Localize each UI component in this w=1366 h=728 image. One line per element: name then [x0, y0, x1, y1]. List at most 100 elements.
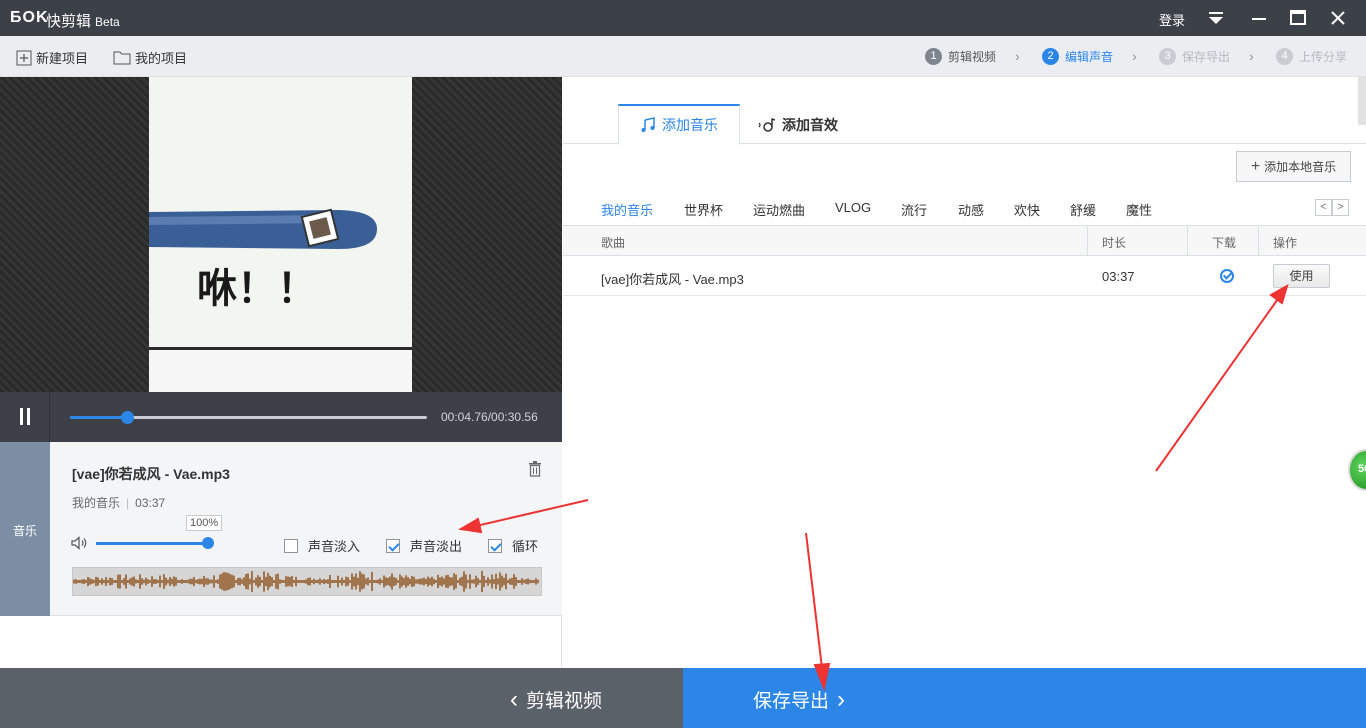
title-bar: ƂOK 快剪辑 Beta 登录 — [0, 0, 1366, 36]
song-row[interactable]: [vae]你若成风 - Vae.mp3 03:37 使用 — [563, 256, 1366, 296]
volume-icon[interactable] — [71, 536, 89, 550]
step-save-export[interactable]: 3 保存导出 — [1159, 48, 1230, 65]
volume-slider[interactable] — [96, 537, 214, 549]
sound-effect-icon — [758, 117, 776, 132]
app-name: 快剪辑 — [46, 13, 92, 30]
loop-checkbox[interactable]: 循环 — [488, 536, 538, 555]
video-frame: 咻！！ — [149, 77, 412, 392]
column-download: 下载 — [1212, 236, 1237, 250]
step-edit-video[interactable]: 1 剪辑视频 — [925, 48, 996, 65]
folder-icon — [113, 51, 131, 65]
step-label: 剪辑视频 — [948, 50, 997, 64]
music-note-icon — [641, 117, 655, 132]
chevron-left-icon: ‹ — [510, 685, 518, 713]
minimize-icon[interactable] — [1247, 6, 1271, 30]
next-label: 保存导出 — [753, 691, 830, 712]
column-action: 操作 — [1273, 236, 1298, 250]
category-my-music[interactable]: 我的音乐 — [601, 200, 653, 219]
chevron-right-icon: › — [1249, 48, 1254, 64]
my-projects-button[interactable]: 我的项目 — [113, 48, 187, 67]
step-edit-audio[interactable]: 2 编辑声音 — [1042, 48, 1113, 65]
tab-add-music[interactable]: 添加音乐 — [618, 104, 740, 145]
downloaded-check-icon — [1220, 269, 1234, 283]
tab-label: 添加音效 — [782, 116, 838, 133]
scrollbar[interactable] — [1358, 77, 1366, 125]
trash-icon[interactable] — [528, 461, 542, 477]
step-upload-share[interactable]: 4 上传分享 — [1276, 48, 1347, 65]
time-readout: 00:04.76/00:30.56 — [441, 410, 538, 424]
menu-dropdown-icon[interactable] — [1204, 6, 1228, 30]
category-soothing[interactable]: 舒缓 — [1070, 200, 1096, 219]
category-pop[interactable]: 流行 — [901, 200, 927, 219]
chevron-right-icon: › — [837, 685, 846, 713]
music-track-card: [vae]你若成风 - Vae.mp3 我的音乐 | 03:37 100% 声音淡入… — [50, 442, 562, 616]
column-divider — [1187, 226, 1188, 256]
my-projects-label: 我的项目 — [135, 51, 188, 66]
video-caption: 咻！！ — [197, 266, 317, 312]
player-controls: 00:04.76/00:30.56 — [0, 392, 562, 442]
fade-in-label: 声音淡入 — [308, 539, 361, 554]
track-meta: 我的音乐 | 03:37 — [72, 496, 166, 510]
back-label: 剪辑视频 — [526, 691, 603, 712]
category-magic[interactable]: 魔性 — [1126, 200, 1152, 219]
step-number: 1 — [925, 48, 942, 65]
login-link[interactable]: 登录 — [1159, 10, 1185, 29]
video-preview: 咻！！ — [0, 77, 562, 392]
category-prev-button[interactable]: < — [1315, 199, 1332, 216]
new-project-button[interactable]: 新建项目 — [16, 48, 88, 67]
chevron-right-icon: › — [1015, 48, 1020, 64]
tab-add-sound-effect[interactable]: 添加音效 — [758, 104, 838, 145]
category-sport[interactable]: 运动燃曲 — [753, 200, 805, 219]
step-label: 保存导出 — [1182, 50, 1231, 64]
track-source: 我的音乐 — [72, 496, 121, 510]
add-local-music-button[interactable]: + 添加本地音乐 — [1236, 151, 1351, 182]
volume-fill — [96, 542, 208, 545]
category-cheerful[interactable]: 欢快 — [1014, 200, 1040, 219]
column-duration: 时长 — [1102, 236, 1127, 250]
progress-slider[interactable] — [70, 411, 427, 424]
category-dynamic[interactable]: 动感 — [958, 200, 984, 219]
music-tab-label: 音乐 — [12, 524, 37, 538]
song-title: [vae]你若成风 - Vae.mp3 — [601, 272, 744, 287]
plus-icon: + — [1250, 157, 1261, 175]
fade-out-checkbox[interactable]: 声音淡出 — [386, 536, 462, 555]
checkbox-box[interactable] — [284, 538, 298, 553]
category-next-button[interactable]: > — [1332, 199, 1349, 216]
toolbar: 新建项目 我的项目 1 剪辑视频 › 2 编辑声音 › 3 保存导出 › 4 上… — [0, 36, 1366, 77]
audio-waveform[interactable] — [72, 567, 542, 596]
column-divider — [1258, 226, 1259, 256]
category-vlog[interactable]: VLOG — [835, 200, 871, 215]
music-track-tab[interactable]: 音乐 — [0, 442, 50, 616]
new-project-label: 新建项目 — [36, 51, 89, 66]
chevron-right-icon: › — [1132, 48, 1137, 64]
back-to-edit-video-button[interactable]: ‹ 剪辑视频 — [0, 668, 683, 728]
beta-label: Beta — [95, 15, 120, 29]
step-label: 上传分享 — [1299, 50, 1348, 64]
volume-tooltip: 100% — [186, 515, 223, 531]
fade-in-checkbox[interactable]: 声音淡入 — [284, 536, 360, 555]
volume-handle[interactable] — [202, 537, 214, 549]
close-icon[interactable] — [1326, 6, 1350, 30]
save-export-button[interactable]: 保存导出 › — [683, 668, 1366, 728]
column-divider — [1087, 226, 1088, 256]
tab-label: 添加音乐 — [662, 117, 718, 133]
app-logo: ƂOK — [10, 9, 49, 26]
left-panel: 咻！！ 00:04.76/00:30.56 音乐 [vae]你若成风 - Vae… — [0, 77, 562, 668]
progress-fill — [70, 416, 128, 419]
step-number: 4 — [1276, 48, 1293, 65]
use-song-button[interactable]: 使用 — [1273, 264, 1330, 288]
song-table-header: 歌曲 时长 下载 操作 — [563, 225, 1366, 256]
music-tabs: 添加音乐 添加音效 — [563, 77, 1366, 145]
plus-square-icon — [16, 50, 32, 65]
checkbox-box[interactable] — [488, 538, 502, 553]
video-still-image: 咻！！ — [149, 77, 412, 392]
category-world-cup[interactable]: 世界杯 — [684, 200, 723, 219]
pause-button[interactable] — [0, 392, 50, 442]
step-number: 2 — [1042, 48, 1059, 65]
checkbox-box[interactable] — [386, 538, 400, 553]
step-number: 3 — [1159, 48, 1176, 65]
loop-label: 循环 — [512, 539, 539, 554]
track-name: [vae]你若成风 - Vae.mp3 — [72, 466, 230, 482]
progress-handle[interactable] — [121, 411, 135, 424]
maximize-icon[interactable] — [1286, 6, 1310, 30]
